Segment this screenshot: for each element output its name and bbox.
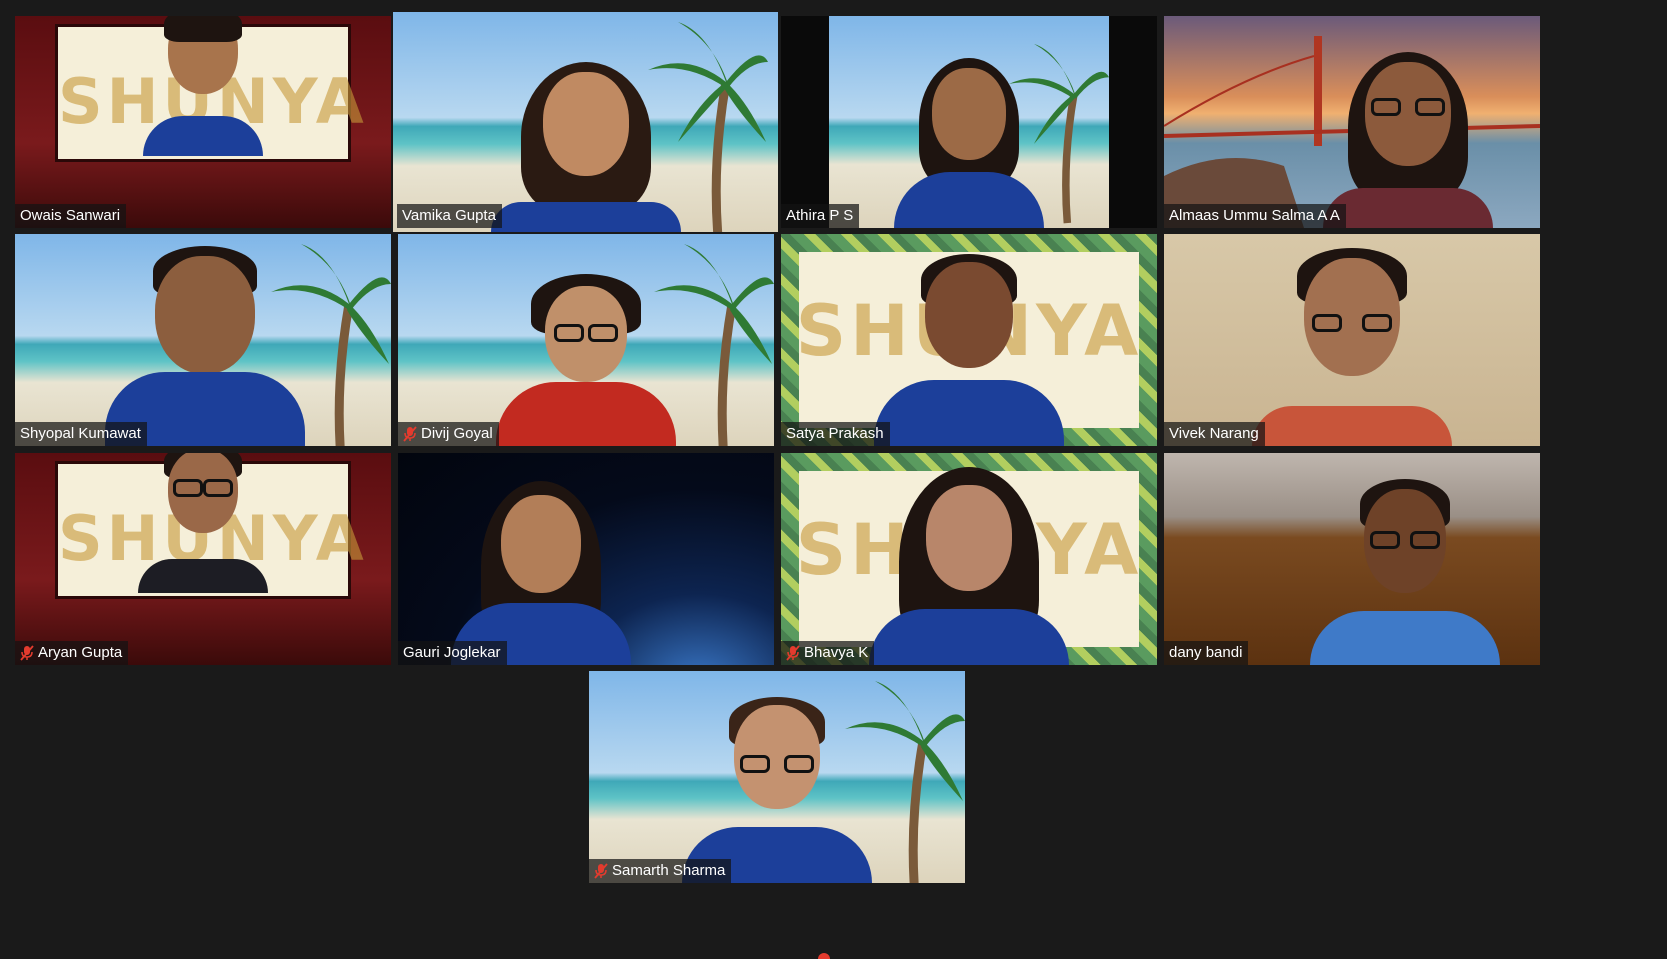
participant-name-tag: Divij Goyal <box>398 422 499 446</box>
participant-video <box>869 465 1069 665</box>
participant-name-tag: Satya Prakash <box>781 422 890 446</box>
participant-video <box>496 266 676 446</box>
participant-video <box>138 453 268 593</box>
participant-name-tag: Samarth Sharma <box>589 859 732 883</box>
participant-name: Athira P S <box>786 207 854 224</box>
microphone-muted-icon <box>594 863 608 879</box>
microphone-muted-icon <box>786 645 800 661</box>
participant-video <box>1323 28 1494 228</box>
participant-name: Shyopal Kumawat <box>20 425 141 442</box>
participant-video <box>105 246 305 446</box>
participant-tile-athira-p-s[interactable]: Athira P S <box>781 16 1157 228</box>
participant-name: Aryan Gupta <box>38 644 123 661</box>
participant-tile-divij-goyal[interactable]: Divij Goyal <box>398 234 774 446</box>
participant-name: Bhavya K <box>804 644 869 661</box>
participant-name: Satya Prakash <box>786 425 884 442</box>
participant-name: Gauri Joglekar <box>403 644 501 661</box>
participant-tile-dany-bandi[interactable]: dany bandi <box>1164 453 1540 665</box>
participant-name-tag: Bhavya K <box>781 641 875 665</box>
participant-tile-vamika-gupta[interactable]: Vamika Gupta <box>393 12 778 232</box>
participant-name: Samarth Sharma <box>612 862 726 879</box>
virtual-background-beach <box>829 16 1109 228</box>
participant-name: Owais Sanwari <box>20 207 121 224</box>
participant-name-tag: Shyopal Kumawat <box>15 422 147 446</box>
participant-name-tag: Gauri Joglekar <box>398 641 507 665</box>
participant-name-tag: Vivek Narang <box>1164 422 1265 446</box>
microphone-muted-icon <box>403 426 417 442</box>
participant-video <box>143 16 263 156</box>
participant-video <box>874 246 1064 446</box>
participant-video <box>1309 465 1500 665</box>
participant-tile-vivek-narang[interactable]: Vivek Narang <box>1164 234 1540 446</box>
video-gallery: SHUNYA Owais Sanwari Vamika Gupta Athira… <box>0 0 1667 959</box>
participant-tile-satya-prakash[interactable]: SHUNYA Satya Prakash <box>781 234 1157 446</box>
participant-name: Divij Goyal <box>421 425 493 442</box>
glasses-icon <box>173 479 233 497</box>
participant-name: Vivek Narang <box>1169 425 1259 442</box>
participant-name-tag: Owais Sanwari <box>15 204 127 228</box>
glasses-icon <box>1369 531 1440 549</box>
participant-video <box>490 32 681 232</box>
participant-name-tag: Vamika Gupta <box>397 204 502 228</box>
participant-tile-shyopal-kumawat[interactable]: Shyopal Kumawat <box>15 234 391 446</box>
participant-tile-owais-sanwari[interactable]: SHUNYA Owais Sanwari <box>15 16 391 228</box>
participant-video <box>894 38 1044 228</box>
recording-indicator-icon <box>818 953 830 959</box>
participant-tile-samarth-sharma[interactable]: Samarth Sharma <box>589 671 965 883</box>
participant-tile-bhavya-k[interactable]: SHUNYA Bhavya K <box>781 453 1157 665</box>
participant-tile-almaas-ummu-salma[interactable]: Almaas Ummu Salma A A <box>1164 16 1540 228</box>
participant-name: Almaas Ummu Salma A A <box>1169 207 1340 224</box>
participant-name-tag: Athira P S <box>781 204 860 228</box>
participant-video <box>682 683 872 883</box>
microphone-muted-icon <box>20 645 34 661</box>
participant-name: Vamika Gupta <box>402 207 496 224</box>
participant-name-tag: dany bandi <box>1164 641 1249 665</box>
glasses-icon <box>740 755 814 773</box>
glasses-icon <box>554 324 618 342</box>
sunglasses-icon <box>1371 98 1446 116</box>
participant-name-tag: Almaas Ummu Salma A A <box>1164 204 1346 228</box>
participant-name-tag: Aryan Gupta <box>15 641 129 665</box>
participant-video <box>450 465 631 665</box>
glasses-icon <box>1312 314 1392 332</box>
participant-name: dany bandi <box>1169 644 1243 661</box>
participant-tile-aryan-gupta[interactable]: SHUNYA Aryan Gupta <box>15 453 391 665</box>
participant-video <box>1252 246 1452 446</box>
participant-tile-gauri-joglekar[interactable]: Gauri Joglekar <box>398 453 774 665</box>
